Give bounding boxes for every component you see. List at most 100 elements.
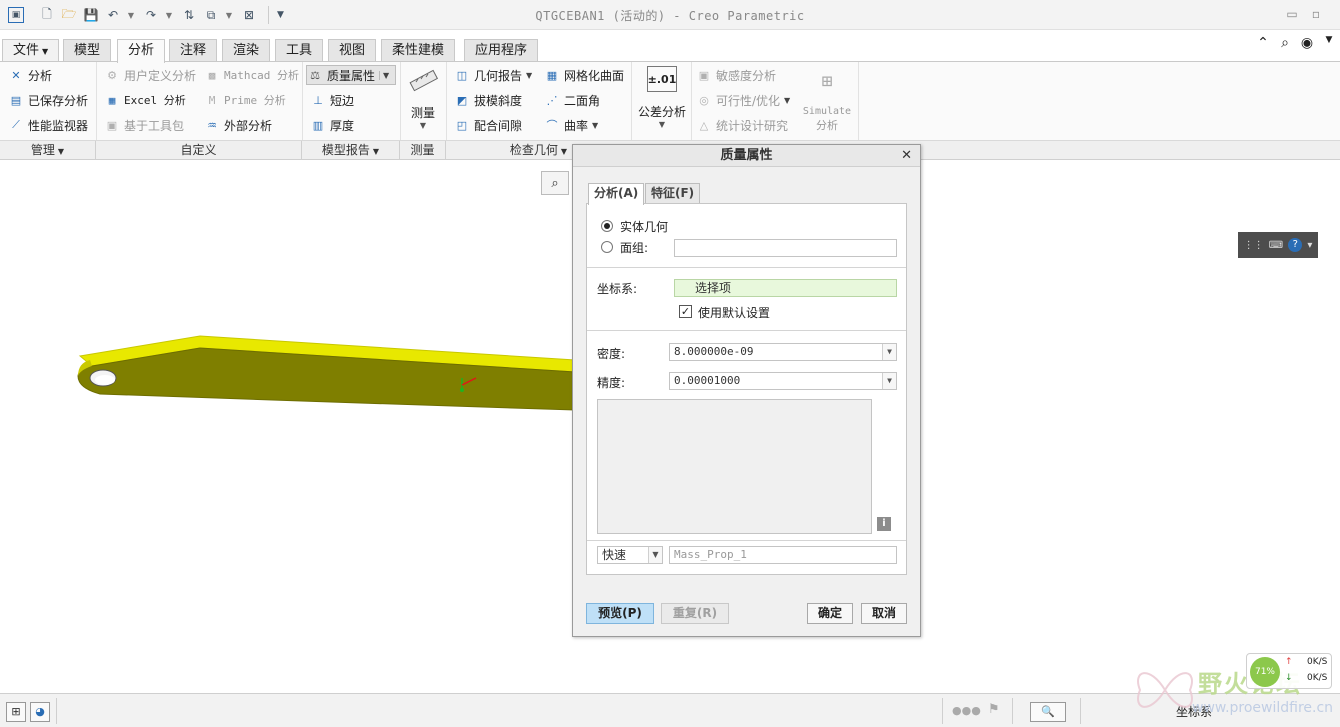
simulate-analysis-button[interactable]: ⊞ Simulate 分析 bbox=[800, 66, 854, 133]
coordinate-system-label: 坐标系: bbox=[597, 282, 638, 296]
statistical-design-button[interactable]: △ 统计设计研究 bbox=[696, 115, 788, 135]
ribbon-tabs: 文件 ▼ 模型 分析 注释 渲染 工具 视图 柔性建模 应用程序 bbox=[0, 38, 1340, 63]
solid-geometry-radio[interactable] bbox=[601, 220, 613, 232]
browser-toggle-icon[interactable]: ◕ bbox=[30, 702, 50, 722]
keyboard-icon[interactable]: ⌨ bbox=[1269, 240, 1283, 251]
toolkit-icon: ▣ bbox=[106, 118, 118, 132]
toolkit-button[interactable]: ▣ 基于工具包 bbox=[104, 115, 184, 135]
model-tree-toggle-icon[interactable]: ⊞ bbox=[6, 702, 26, 722]
group-measure: 测量 bbox=[400, 141, 446, 160]
minimize-toolbar-icon[interactable]: ▾ bbox=[1307, 240, 1312, 251]
prime-icon: M bbox=[208, 93, 216, 107]
tab-view[interactable]: 视图 bbox=[328, 39, 377, 61]
analysis-name-field[interactable]: Mass_Prop_1 bbox=[669, 546, 897, 564]
external-analysis-button[interactable]: ♒ 外部分析 bbox=[204, 115, 272, 135]
saved-analysis-icon: ▤ bbox=[10, 93, 22, 107]
help-center-icon[interactable]: ◉ bbox=[1298, 35, 1316, 53]
results-area[interactable] bbox=[597, 399, 872, 534]
download-arrow-icon: ↓ bbox=[1285, 673, 1293, 683]
chevron-down-icon[interactable]: ▼ bbox=[882, 344, 896, 360]
maximize-icon[interactable]: ▫ bbox=[1308, 6, 1324, 22]
group-model-report[interactable]: 模型报告 ▼ bbox=[302, 141, 400, 160]
tab-flexible-modeling[interactable]: 柔性建模 bbox=[381, 39, 456, 61]
mathcad-icon: ▩ bbox=[208, 68, 216, 82]
precision-label: 精度: bbox=[597, 376, 626, 390]
tab-applications[interactable]: 应用程序 bbox=[464, 39, 539, 61]
grip-icon[interactable]: ⋮⋮ bbox=[1244, 240, 1264, 251]
find-icon[interactable]: 🔍 bbox=[1030, 702, 1066, 722]
analysis-button[interactable]: ✕ 分析 bbox=[8, 65, 52, 85]
tab-annotate[interactable]: 注释 bbox=[169, 39, 218, 61]
preview-button[interactable]: 预览(P) bbox=[586, 603, 654, 624]
group-manage[interactable]: 管理 ▼ bbox=[0, 141, 96, 160]
excel-analysis-button[interactable]: ▦ Excel 分析 bbox=[104, 90, 186, 110]
ruler-icon bbox=[406, 66, 440, 96]
feasibility-button[interactable]: ◎ 可行性/优化 ▼ bbox=[696, 90, 790, 110]
tab-render[interactable]: 渲染 bbox=[222, 39, 271, 61]
info-icon[interactable]: i bbox=[877, 517, 891, 531]
geometry-report-button[interactable]: ◫ 几何报告 ▼ bbox=[454, 65, 532, 85]
collapse-ribbon-icon[interactable]: ⌃ bbox=[1254, 35, 1272, 53]
ok-button[interactable]: 确定 bbox=[807, 603, 853, 624]
tab-model[interactable]: 模型 bbox=[63, 39, 112, 61]
sensitivity-analysis-button[interactable]: ▣ 敏感度分析 bbox=[696, 65, 776, 85]
repeat-button[interactable]: 重复(R) bbox=[661, 603, 729, 624]
regen-status-icon: ●●● bbox=[952, 704, 981, 717]
solid-geometry-label: 实体几何 bbox=[620, 220, 669, 234]
prime-analysis-button[interactable]: M Prime 分析 bbox=[204, 90, 286, 110]
close-icon[interactable]: ✕ bbox=[901, 148, 912, 163]
feasibility-icon: ◎ bbox=[699, 93, 709, 107]
coordinate-system-collector[interactable]: 选择项 bbox=[674, 279, 897, 297]
short-edge-icon: ⊥ bbox=[313, 93, 323, 107]
flag-icon[interactable]: ⚑ bbox=[988, 702, 1000, 717]
analysis-icon: ✕ bbox=[11, 68, 21, 82]
use-default-checkbox[interactable]: ✓ bbox=[679, 305, 692, 318]
butterfly-logo-icon bbox=[1137, 672, 1193, 708]
clearance-button[interactable]: ◰ 配合间隙 bbox=[454, 115, 522, 135]
measure-button[interactable]: 测量 ▼ bbox=[405, 66, 441, 130]
thickness-button[interactable]: ▥ 厚度 bbox=[310, 115, 354, 135]
geometry-report-icon: ◫ bbox=[456, 68, 468, 82]
tab-feature-dialog[interactable]: 特征(F) bbox=[645, 183, 701, 204]
mass-properties-button[interactable]: ⚖ 质量属性 ▼ bbox=[306, 65, 396, 85]
mathcad-analysis-button[interactable]: ▩ Mathcad 分析 bbox=[204, 65, 299, 85]
chevron-down-icon[interactable]: ▼ bbox=[648, 547, 662, 563]
precision-combo[interactable]: 0.00001000 ▼ bbox=[669, 372, 897, 390]
tab-file[interactable]: 文件 ▼ bbox=[2, 39, 60, 61]
mode-combo[interactable]: 快速 ▼ bbox=[597, 546, 663, 564]
performance-monitor-button[interactable]: ⟋ 性能监视器 bbox=[8, 115, 88, 135]
curvature-button[interactable]: ⌒ 曲率 ▼ bbox=[544, 115, 599, 135]
watermark-url: www.proewildfire.cn bbox=[1192, 700, 1334, 716]
tab-tools[interactable]: 工具 bbox=[275, 39, 324, 61]
quilt-selector[interactable] bbox=[674, 239, 897, 257]
short-edge-button[interactable]: ⊥ 短边 bbox=[310, 90, 354, 110]
clearance-icon: ◰ bbox=[456, 118, 468, 132]
help-icon[interactable]: ? bbox=[1288, 238, 1303, 252]
search-icon[interactable]: ⌕ bbox=[1276, 35, 1294, 53]
density-label: 密度: bbox=[597, 347, 626, 361]
use-default-label: 使用默认设置 bbox=[698, 306, 771, 320]
simulate-icon: ⊞ bbox=[821, 70, 833, 92]
quilt-radio[interactable] bbox=[601, 241, 613, 253]
draft-button[interactable]: ◩ 拔模斜度 bbox=[454, 90, 522, 110]
tab-analysis[interactable]: 分析 bbox=[117, 39, 166, 63]
tab-analysis-dialog[interactable]: 分析(A) bbox=[588, 183, 645, 205]
density-combo[interactable]: 8.000000e-09 ▼ bbox=[669, 343, 897, 361]
chart-line-icon: ⟋ bbox=[12, 118, 20, 131]
dihedral-angle-button[interactable]: ⋰ 二面角 bbox=[544, 90, 601, 110]
view-toolbar-button[interactable]: ⌕ bbox=[541, 171, 569, 195]
mass-properties-icon: ⚖ bbox=[310, 68, 320, 82]
saved-analysis-button[interactable]: ▤ 已保存分析 bbox=[8, 90, 88, 110]
excel-icon: ▦ bbox=[108, 93, 116, 107]
upload-speed: 0K/S bbox=[1307, 657, 1328, 667]
mesh-icon: ▦ bbox=[546, 68, 558, 82]
quilt-label: 面组: bbox=[620, 241, 649, 255]
help-dropdown-icon[interactable]: ▼ bbox=[1320, 35, 1338, 53]
user-defined-analysis-button[interactable]: ⚙ 用户定义分析 bbox=[104, 65, 196, 85]
tolerance-analysis-button[interactable]: ±.01 公差分析 ▼ bbox=[635, 66, 689, 129]
mesh-surface-button[interactable]: ▦ 网格化曲面 bbox=[544, 65, 624, 85]
chevron-down-icon[interactable]: ▼ bbox=[882, 373, 896, 389]
analysis-panel: 实体几何 面组: 坐标系: 选择项 ✓ 使用默认设置 密度: 8.000000e… bbox=[586, 203, 907, 575]
minimize-icon[interactable]: ▭ bbox=[1284, 6, 1300, 22]
cancel-button[interactable]: 取消 bbox=[861, 603, 907, 624]
